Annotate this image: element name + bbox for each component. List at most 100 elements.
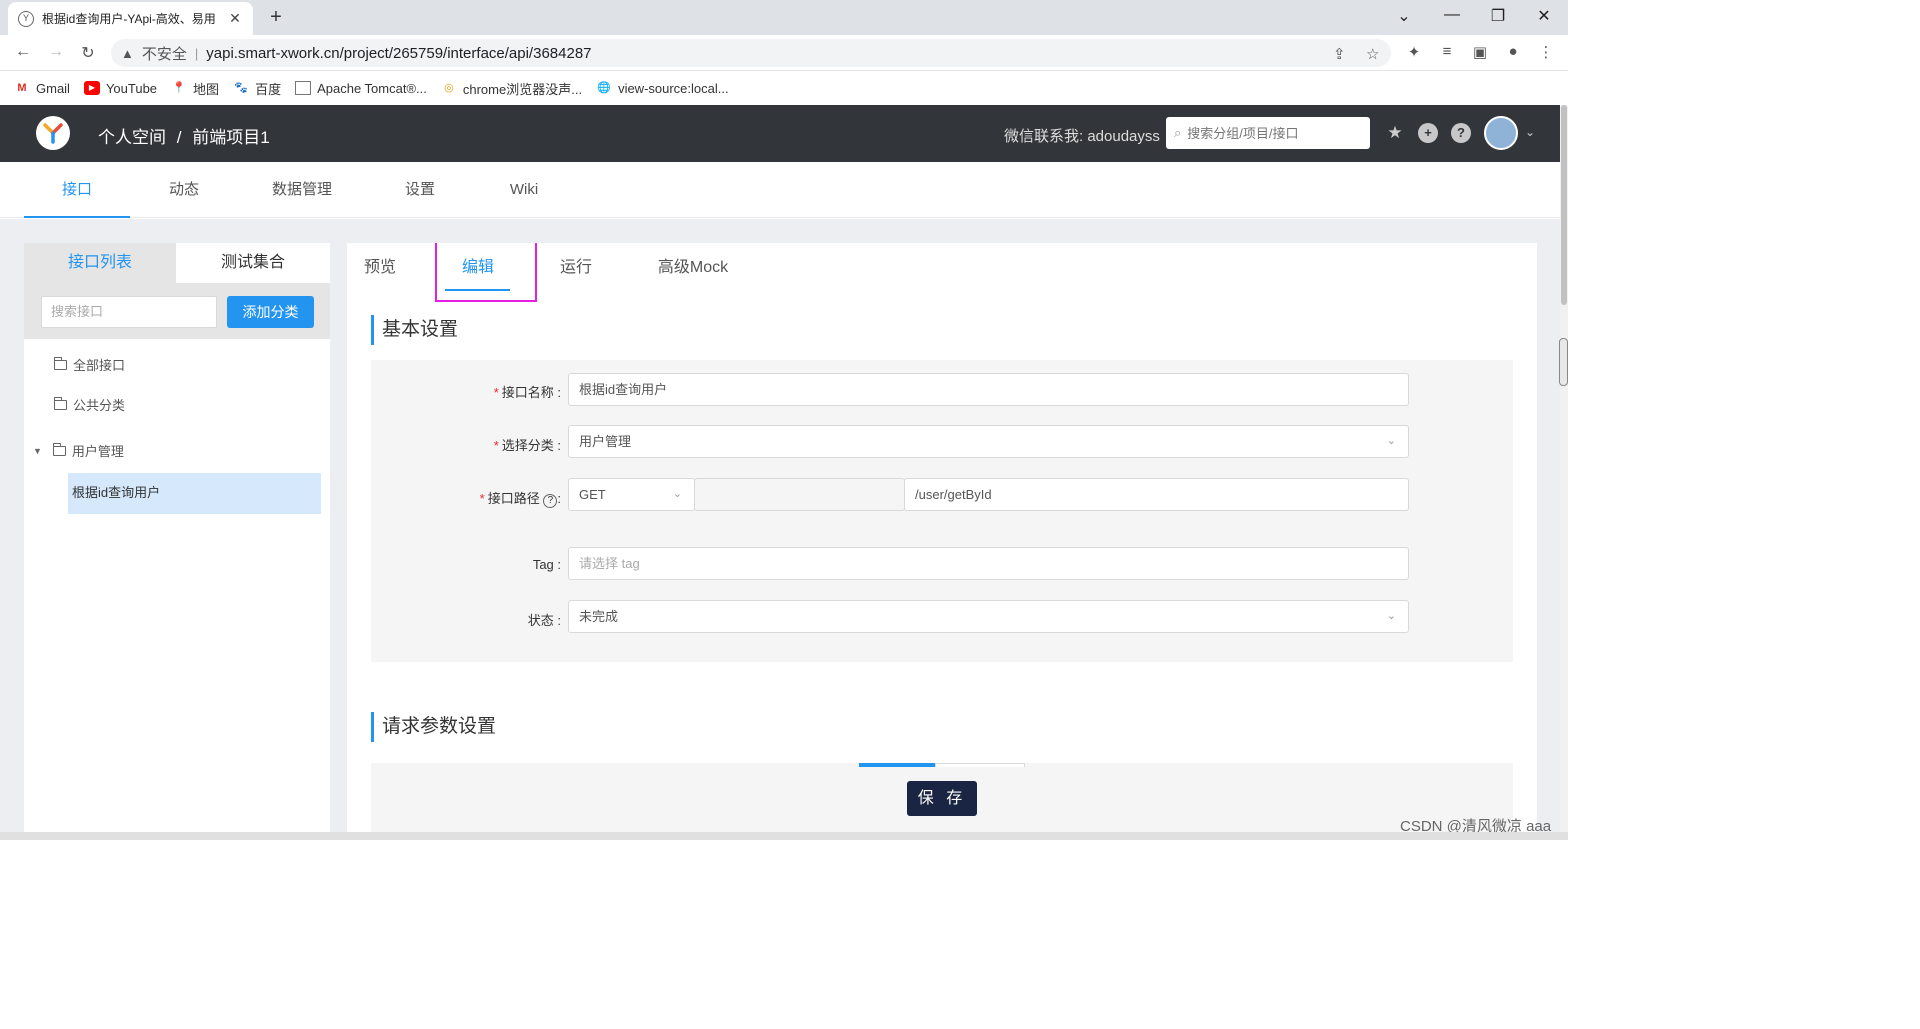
scrollbar-thumb[interactable] — [1561, 105, 1567, 305]
folder-icon — [54, 356, 67, 370]
reading-list-icon[interactable]: ≡ — [1436, 43, 1458, 60]
tab-search-icon[interactable]: ⌄ — [1392, 6, 1416, 26]
help-icon[interactable]: ? — [1451, 123, 1471, 143]
yapi-logo-icon — [43, 123, 63, 144]
folder-icon — [52, 442, 66, 456]
path-input[interactable]: /user/getById — [904, 478, 1409, 511]
chevron-down-icon[interactable]: ⌄ — [1525, 125, 1535, 139]
status-label: 状态 : — [527, 613, 561, 628]
highlight-annotation-box — [435, 243, 537, 302]
question-circle-icon[interactable]: ? — [543, 494, 558, 508]
tab-preview[interactable]: 预览 — [361, 255, 399, 291]
basic-settings-form: * 接口名称 : 根据id查询用户 * 选择分类 : 用户管理 ⌄ * 接口路径 ?:… — [371, 360, 1513, 662]
avatar[interactable] — [1484, 116, 1518, 150]
youtube-icon: ▶ — [83, 81, 100, 95]
tab-activity[interactable]: 动态 — [150, 162, 218, 218]
chevron-down-icon: ⌄ — [1386, 610, 1396, 622]
wechat-contact: 微信联系我: adoudayss — [1004, 128, 1160, 145]
tab-advanced-mock[interactable]: 高级Mock — [655, 255, 731, 291]
url-text[interactable]: yapi.smart-xwork.cn/project/265759/inter… — [206, 45, 591, 62]
share-icon[interactable]: ⇪ — [1333, 45, 1346, 63]
category-select[interactable]: 用户管理 ⌄ — [568, 425, 1409, 458]
header-search[interactable]: ⌕ — [1166, 117, 1370, 149]
status-select[interactable]: 未完成 ⌄ — [568, 600, 1409, 633]
interface-search-input[interactable]: 搜索接口 — [41, 296, 217, 328]
browser-tab-bar: Y 根据id查询用户-YApi-高效、易用 ✕ + ⌄ — ❐ ✕ — [0, 0, 1568, 35]
baidu-icon: 🐾 — [234, 82, 248, 94]
warning-icon[interactable]: ▲ — [121, 46, 134, 61]
save-button[interactable]: 保 存 — [907, 781, 977, 816]
tab-interface[interactable]: 接口 — [24, 162, 130, 218]
tree-item-all[interactable]: 全部接口 — [54, 355, 125, 374]
reload-button[interactable]: ↻ — [77, 43, 99, 63]
param-type-tab[interactable] — [935, 763, 1025, 767]
bookmark-chrome[interactable]: ◎ chrome浏览器没声... — [441, 79, 582, 98]
breadcrumb-separator: / — [176, 128, 182, 147]
gmail-icon: M — [17, 82, 27, 94]
folder-icon — [54, 396, 67, 410]
interface-main-panel: 预览 编辑 运行 高级Mock 基本设置 * 接口名称 : 根据id查询用户 * 选… — [347, 243, 1537, 840]
close-window-button[interactable]: ✕ — [1532, 6, 1556, 26]
basic-settings-title: 基本设置 — [371, 315, 458, 345]
bookmark-tomcat[interactable]: Apache Tomcat®... — [295, 81, 427, 96]
extensions-icon[interactable]: ✦ — [1403, 43, 1425, 61]
back-button[interactable]: ← — [12, 43, 34, 63]
tree-item-selected-interface[interactable]: 根据id查询用户 — [68, 473, 321, 514]
yapi-logo[interactable] — [36, 116, 70, 150]
breadcrumb-project[interactable]: 前端项目1 — [192, 128, 269, 147]
base-path-field — [694, 478, 905, 511]
tab-wiki[interactable]: Wiki — [498, 162, 550, 218]
restore-button[interactable]: ❐ — [1486, 6, 1510, 26]
tree-item-public[interactable]: 公共分类 — [54, 395, 125, 414]
new-tab-button[interactable]: + — [265, 6, 287, 29]
forward-button[interactable]: → — [45, 43, 67, 63]
tab-run[interactable]: 运行 — [557, 255, 595, 291]
menu-kebab-icon[interactable]: ⋮ — [1535, 43, 1557, 61]
content-area: 接口列表 测试集合 搜索接口 添加分类 全部接口 公共分类 ▼ 用户管理 根据i… — [0, 219, 1560, 840]
browser-tab[interactable]: Y 根据id查询用户-YApi-高效、易用 ✕ — [8, 2, 253, 35]
bottom-strip — [0, 832, 1568, 840]
omnibox[interactable]: ▲ 不安全 | yapi.smart-xwork.cn/project/2657… — [111, 39, 1391, 67]
bookmark-maps[interactable]: 📍 地图 — [171, 79, 219, 98]
sidebar-tabs: 接口列表 测试集合 — [24, 243, 330, 283]
scroll-marker — [1559, 338, 1568, 386]
bookmarks-bar: M Gmail ▶ YouTube 📍 地图 🐾 百度 Apache Tomcat®..… — [0, 71, 1568, 105]
sidebar-toolbar: 搜索接口 添加分类 — [24, 283, 330, 339]
tag-select[interactable]: 请选择 tag — [568, 547, 1409, 580]
header-search-input[interactable] — [1187, 125, 1348, 141]
maps-icon: 📍 — [172, 82, 186, 94]
url-separator: | — [194, 45, 199, 61]
interface-name-input[interactable]: 根据id查询用户 — [568, 373, 1409, 406]
breadcrumb-space[interactable]: 个人空间 — [98, 128, 166, 147]
tab-title: 根据id查询用户-YApi-高效、易用 — [42, 12, 216, 26]
caret-down-icon[interactable]: ▼ — [33, 446, 42, 456]
bookmark-youtube[interactable]: ▶ YouTube — [83, 81, 157, 96]
globe-icon: 🌐 — [597, 82, 611, 94]
close-tab-icon[interactable]: ✕ — [227, 10, 243, 27]
path-label: * 接口路径 ?: — [479, 491, 561, 508]
add-category-button[interactable]: 添加分类 — [227, 296, 314, 328]
tree-item-user-mgmt[interactable]: ▼ 用户管理 — [33, 441, 124, 460]
side-panel-icon[interactable]: ▣ — [1469, 43, 1491, 61]
minimize-button[interactable]: — — [1440, 6, 1464, 24]
tomcat-icon — [295, 81, 312, 95]
add-icon[interactable]: + — [1418, 123, 1438, 143]
tab-settings[interactable]: 设置 — [392, 162, 448, 218]
bookmark-baidu[interactable]: 🐾 百度 — [233, 79, 281, 98]
tab-data-management[interactable]: 数据管理 — [262, 162, 342, 218]
interface-sidebar: 接口列表 测试集合 搜索接口 添加分类 全部接口 公共分类 ▼ 用户管理 根据i… — [24, 243, 330, 840]
bookmark-view-source[interactable]: 🌐 view-source:local... — [596, 81, 728, 96]
name-label: * 接口名称 : — [493, 385, 561, 400]
star-icon[interactable]: ★ — [1385, 123, 1405, 143]
profile-icon[interactable]: ● — [1502, 43, 1524, 60]
bookmark-gmail[interactable]: M Gmail — [14, 81, 70, 96]
yapi-favicon-icon: Y — [18, 10, 34, 27]
bookmark-star-icon[interactable]: ☆ — [1366, 45, 1379, 63]
chrome-icon: ◎ — [444, 82, 454, 94]
tab-test-collection[interactable]: 测试集合 — [176, 243, 330, 283]
method-select[interactable]: GET ⌄ — [568, 478, 695, 511]
tab-interface-list[interactable]: 接口列表 — [24, 243, 176, 283]
app-header: 个人空间 / 前端项目1 微信联系我: adoudayss ⌕ ★ + ? ⌄ — [0, 105, 1560, 162]
address-bar-row: ← → ↻ ▲ 不安全 | yapi.smart-xwork.cn/projec… — [0, 35, 1568, 71]
param-type-tab-active[interactable] — [859, 763, 935, 767]
